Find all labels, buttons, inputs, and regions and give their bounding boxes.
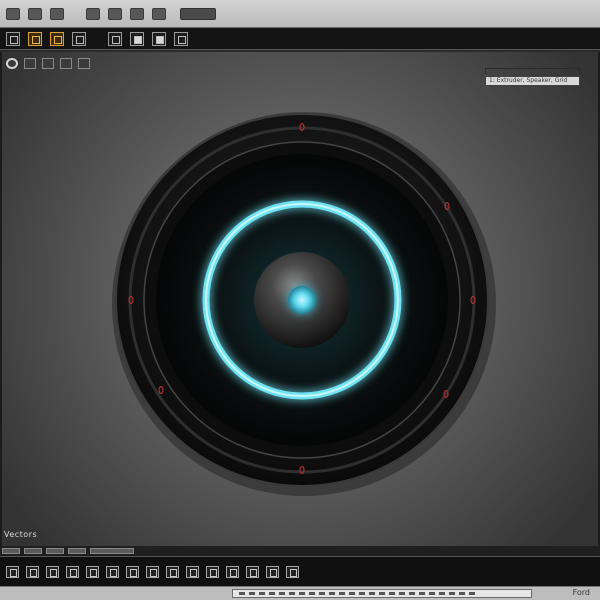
- app-window: 1: Extruder, Speaker, Grid Vectors Ford: [0, 0, 600, 600]
- view-icon[interactable]: [86, 7, 100, 20]
- window-menu-icon[interactable]: [6, 7, 20, 20]
- file-icon[interactable]: [28, 7, 42, 20]
- tools-icon[interactable]: [152, 7, 166, 20]
- rewind-icon[interactable]: [6, 565, 19, 578]
- frame-icon[interactable]: [130, 31, 144, 46]
- record-icon[interactable]: [166, 565, 179, 578]
- step-back-icon[interactable]: [26, 565, 39, 578]
- timeline-segment-wide[interactable]: [90, 548, 134, 554]
- mesh-icon[interactable]: [266, 565, 279, 578]
- light-icon[interactable]: [246, 565, 259, 578]
- title-field[interactable]: [180, 7, 216, 20]
- timeline-segment[interactable]: [2, 548, 20, 554]
- stop-icon[interactable]: [86, 565, 99, 578]
- center-light: [288, 286, 316, 314]
- sound-icon[interactable]: [130, 7, 144, 20]
- main-toolbar: [0, 28, 600, 50]
- footer-label: Ford: [572, 588, 590, 597]
- edit-icon[interactable]: [50, 7, 64, 20]
- export-icon[interactable]: [174, 31, 188, 46]
- render-icon[interactable]: [152, 31, 166, 46]
- undo-icon[interactable]: [72, 31, 86, 46]
- play-icon[interactable]: [46, 565, 59, 578]
- timeline-strip[interactable]: [0, 546, 600, 556]
- command-input[interactable]: [232, 589, 532, 598]
- open-icon[interactable]: [28, 31, 42, 46]
- camera-icon[interactable]: [226, 565, 239, 578]
- playback-toolbar: [0, 556, 600, 586]
- timeline-segment[interactable]: [46, 548, 64, 554]
- new-icon[interactable]: [6, 31, 20, 46]
- status-bar: Ford: [0, 586, 600, 600]
- redo-icon[interactable]: [108, 31, 122, 46]
- layer-icon[interactable]: [108, 7, 122, 20]
- timeline-segment[interactable]: [68, 548, 86, 554]
- loop-icon[interactable]: [146, 565, 159, 578]
- step-forward-icon[interactable]: [106, 565, 119, 578]
- save-icon[interactable]: [50, 31, 64, 46]
- viewport[interactable]: 1: Extruder, Speaker, Grid: [0, 52, 600, 546]
- keyframe-icon[interactable]: [186, 565, 199, 578]
- fast-forward-icon[interactable]: [126, 565, 139, 578]
- status-label: Vectors: [4, 530, 38, 539]
- title-bar: [0, 0, 600, 28]
- speaker-dial-graphic: [112, 112, 496, 496]
- marker-icon[interactable]: [206, 565, 219, 578]
- material-icon[interactable]: [286, 565, 299, 578]
- pause-icon[interactable]: [66, 565, 79, 578]
- timeline-segment[interactable]: [24, 548, 42, 554]
